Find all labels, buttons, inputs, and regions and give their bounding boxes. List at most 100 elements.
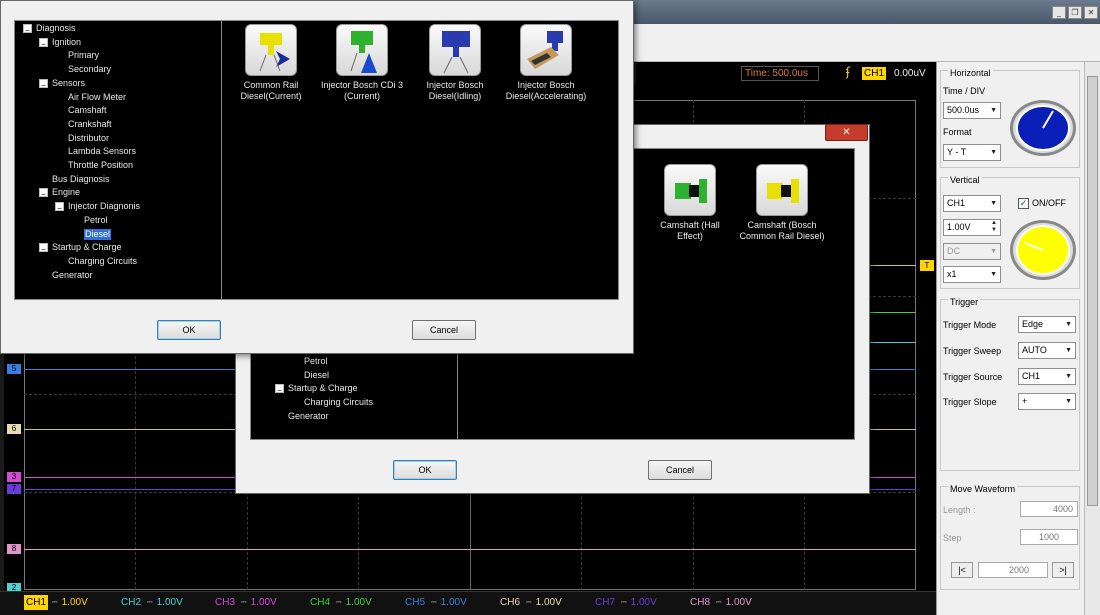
tree-collapse-icon[interactable]: − — [39, 243, 48, 254]
channel-readout[interactable]: CH7 ⎓ 1.00V — [593, 595, 657, 610]
trigger-source-select[interactable]: CH1 ▼ — [1018, 368, 1076, 385]
trigger-level-marker[interactable]: T — [920, 260, 934, 271]
trace-ch4 — [870, 312, 916, 313]
step-spinner[interactable]: 1000 — [1020, 529, 1078, 545]
trigger-mode-value: Edge — [1022, 319, 1044, 329]
diagnosis-item[interactable]: Injector Bosch CDi 3 (Current) — [316, 24, 408, 102]
back-cancel-button[interactable]: Cancel — [648, 460, 712, 480]
channel-readout[interactable]: CH2 ⎓ 1.00V — [119, 595, 183, 610]
tree-collapse-icon[interactable]: − — [39, 78, 48, 90]
channel-marker[interactable]: 6 — [7, 424, 21, 434]
trigger-slope-select[interactable]: + ▼ — [1018, 393, 1076, 410]
channel-readout[interactable]: CH5 ⎓ 1.00V — [403, 595, 467, 610]
tree-item[interactable]: Petrol — [84, 215, 108, 226]
channel-label: CH2 — [121, 597, 142, 608]
tree-item[interactable]: Lambda Sensors — [68, 146, 136, 157]
diagnosis-item[interactable]: Injector Bosch Diesel(Accelerating) — [500, 24, 592, 102]
tree-collapse-icon[interactable]: − — [23, 24, 32, 35]
tree-item[interactable]: Petrol — [304, 356, 328, 367]
tree-item[interactable]: Diesel — [304, 370, 329, 381]
trigger-sweep-label: Trigger Sweep — [943, 346, 1002, 356]
channel-marker[interactable]: 7 — [7, 484, 21, 494]
move-first-button[interactable]: |< — [951, 562, 973, 578]
trigger-channel-label: CH1 — [862, 67, 887, 80]
tree-item[interactable]: Charging Circuits — [68, 256, 137, 267]
channel-volt: 1.00V — [440, 597, 467, 608]
tree-item[interactable]: Generator — [52, 270, 93, 281]
coupling-select[interactable]: DC ▼ — [943, 243, 1001, 260]
tree-item[interactable]: Distributor — [68, 133, 109, 144]
diagnosis-item[interactable]: Injector Bosch Diesel(Idling) — [409, 24, 501, 102]
channel-volt: 1.00V — [250, 597, 277, 608]
time-div-select[interactable]: 500.0us ▼ — [943, 102, 1001, 119]
volt-div-knob[interactable] — [1010, 220, 1076, 280]
tree-item[interactable]: Bus Diagnosis — [52, 174, 110, 185]
channel-volt: 1.00V — [156, 597, 183, 608]
chevron-down-icon: ▼ — [1065, 398, 1072, 405]
vertical-channel-select[interactable]: CH1 ▼ — [943, 195, 1001, 212]
volt-spinner[interactable]: 1.00V ▲ ▼ — [943, 219, 1001, 236]
move-last-button[interactable]: >| — [1052, 562, 1074, 578]
channel-label: CH8 — [690, 597, 711, 608]
channel-marker[interactable]: 8 — [7, 544, 21, 554]
tree-item[interactable]: Diagnosis — [36, 23, 76, 34]
tree-item[interactable]: Air Flow Meter — [68, 92, 126, 103]
probe-select[interactable]: x1 ▼ — [943, 266, 1001, 283]
scrollbar-thumb[interactable] — [1087, 76, 1098, 506]
tree-collapse-icon[interactable]: − — [55, 202, 64, 213]
close-button[interactable]: ✕ — [1084, 6, 1098, 19]
diagnosis-item[interactable]: Camshaft (Hall Effect) — [644, 164, 736, 242]
chevron-down-icon: ▼ — [990, 248, 997, 255]
tree-item[interactable]: Ignition — [52, 37, 81, 48]
channel-readout[interactable]: CH4 ⎓ 1.00V — [308, 595, 372, 610]
diagnosis-item[interactable]: Common Rail Diesel(Current) — [225, 24, 317, 102]
tree-item[interactable]: Sensors — [52, 78, 85, 89]
panel-scrollbar[interactable] — [1084, 62, 1100, 615]
diagnosis-item[interactable]: Camshaft (Bosch Common Rail Diesel) — [736, 164, 828, 242]
channel-marker[interactable]: 5 — [7, 364, 21, 374]
coupling-icon: ⎓ — [716, 599, 722, 606]
time-div-knob[interactable] — [1010, 100, 1076, 156]
tree-item[interactable]: Startup & Charge — [288, 383, 358, 394]
chevron-down-icon: ▼ — [990, 107, 997, 114]
tree-item[interactable]: Engine — [52, 187, 80, 198]
length-input[interactable]: 4000 — [1020, 501, 1078, 517]
channel-readout[interactable]: CH3 ⎓ 1.00V — [213, 595, 277, 610]
tree-collapse-icon[interactable]: − — [275, 384, 284, 395]
length-label: Length : — [943, 505, 976, 515]
format-select[interactable]: Y - T ▼ — [943, 144, 1001, 161]
minimize-button[interactable]: _ — [1052, 6, 1066, 19]
injector-idle-icon — [429, 24, 481, 76]
position-spinner[interactable]: 2000 — [978, 562, 1048, 578]
tree-item[interactable]: Generator — [288, 411, 329, 422]
tree-collapse-icon[interactable]: − — [39, 188, 48, 199]
tree-item[interactable]: Injector Diagnonis — [68, 201, 140, 212]
dialog-close-button[interactable]: ✕ — [825, 124, 868, 141]
channel-marker[interactable]: 3 — [7, 472, 21, 482]
item-label-line1: Camshaft (Bosch — [747, 220, 817, 230]
coupling-icon: ⎓ — [147, 599, 153, 606]
trigger-sweep-select[interactable]: AUTO ▼ — [1018, 342, 1076, 359]
channel-label: CH6 — [500, 597, 521, 608]
window-controls: _ ❐ ✕ — [1052, 6, 1098, 19]
tree-item[interactable]: Camshaft — [68, 105, 107, 116]
tree-item[interactable]: Startup & Charge — [52, 242, 122, 253]
vertical-title: Vertical — [948, 175, 982, 185]
channel-readout[interactable]: CH1 ⎓ 1.00V — [24, 595, 88, 610]
channel-readout[interactable]: CH6 ⎓ 1.00V — [498, 595, 562, 610]
tree-item[interactable]: Diesel — [84, 228, 112, 240]
tree-item[interactable]: Primary — [68, 50, 99, 61]
front-ok-button[interactable]: OK — [157, 320, 221, 340]
time-div-label: Time / DIV — [943, 86, 986, 96]
tree-item[interactable]: Crankshaft — [68, 119, 112, 130]
channel-readout[interactable]: CH8 ⎓ 1.00V — [688, 595, 752, 610]
tree-item[interactable]: Throttle Position — [68, 160, 133, 171]
tree-item[interactable]: Charging Circuits — [304, 397, 373, 408]
back-ok-button[interactable]: OK — [393, 460, 457, 480]
tree-item[interactable]: Secondary — [68, 64, 111, 75]
front-cancel-button[interactable]: Cancel — [412, 320, 476, 340]
onoff-checkbox[interactable]: ✓ — [1018, 198, 1029, 209]
tree-collapse-icon[interactable]: − — [39, 37, 48, 49]
restore-button[interactable]: ❐ — [1068, 6, 1082, 19]
trigger-mode-select[interactable]: Edge ▼ — [1018, 316, 1076, 333]
